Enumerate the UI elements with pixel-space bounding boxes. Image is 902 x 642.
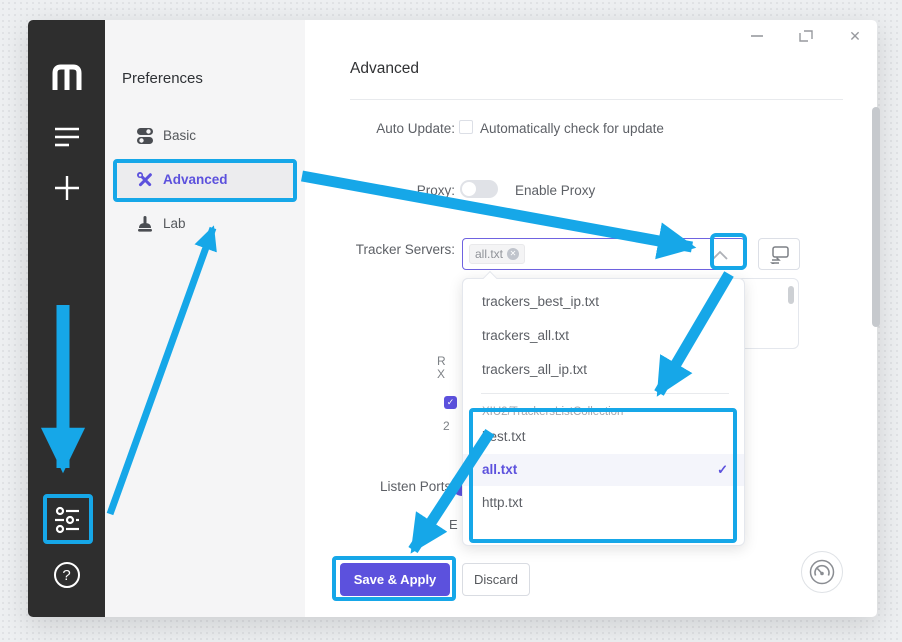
tracker-servers-select[interactable]: all.txt ✕: [462, 238, 745, 270]
nav-label-basic: Basic: [163, 128, 196, 143]
hidden-checked-checkbox: ✓: [444, 396, 457, 409]
help-icon[interactable]: ?: [54, 562, 80, 588]
dropdown-option-selected[interactable]: all.txt ✓: [463, 454, 744, 486]
tracker-select-dropdown: trackers_best_ip.txt trackers_all.txt tr…: [462, 278, 745, 546]
proxy-label: Proxy:: [305, 183, 455, 198]
maximize-button[interactable]: [797, 28, 815, 44]
auto-update-label: Auto Update:: [305, 121, 455, 136]
save-apply-button[interactable]: Save & Apply: [340, 563, 450, 596]
app-window: ? Preferences Basic Advanced: [28, 20, 877, 617]
toggle-knob: [462, 182, 476, 196]
nav-label-lab: Lab: [163, 216, 186, 231]
preferences-sliders-icon[interactable]: [52, 506, 82, 534]
close-button[interactable]: ✕: [846, 28, 864, 44]
page-title: Advanced: [350, 60, 419, 78]
nav-item-advanced[interactable]: Advanced: [117, 162, 293, 198]
title-divider: [350, 99, 843, 100]
motrix-logo-icon: [50, 62, 84, 92]
option-label: all.txt: [482, 462, 517, 477]
auto-update-checkbox[interactable]: [459, 120, 473, 134]
nav-label-advanced: Advanced: [163, 172, 228, 187]
tag-close-icon[interactable]: ✕: [507, 248, 519, 260]
chevron-up-icon[interactable]: [712, 250, 728, 261]
dropdown-option[interactable]: trackers_best_ip.txt: [463, 285, 744, 319]
dropdown-option[interactable]: best.txt: [463, 420, 744, 454]
proxy-toggle[interactable]: [460, 180, 498, 198]
dropdown-option[interactable]: trackers_all.txt: [463, 319, 744, 353]
dropdown-option[interactable]: trackers_all_ip.txt: [463, 353, 744, 387]
page-scrollbar-thumb[interactable]: [872, 107, 880, 327]
hidden-text-fragment: R: [437, 354, 446, 368]
advanced-tools-icon: [135, 170, 155, 190]
minimize-button[interactable]: [748, 28, 766, 44]
auto-update-checkbox-label: Automatically check for update: [480, 121, 664, 136]
listen-ports-label: Listen Ports:: [305, 479, 455, 494]
preferences-nav-panel: Preferences Basic Advanced: [105, 20, 305, 617]
sync-trackers-icon: [770, 246, 790, 264]
tag-label: all.txt: [475, 247, 503, 261]
app-sidebar: ?: [28, 20, 105, 617]
speedometer-icon: [809, 559, 835, 585]
panel-title: Preferences: [122, 70, 203, 87]
dropdown-notch: [483, 271, 497, 285]
hidden-text-fragment: 2: [443, 419, 450, 433]
update-trackers-button[interactable]: [758, 238, 800, 270]
check-icon: ✓: [717, 454, 728, 486]
desktop-background: { "window": { "controls": { "minimize": …: [0, 0, 902, 642]
selected-tracker-tag: all.txt ✕: [469, 244, 525, 264]
dropdown-group-label: XIU2/TrackersListCollection: [463, 394, 744, 420]
proxy-toggle-label: Enable Proxy: [515, 183, 595, 198]
hidden-text-fragment: E: [449, 517, 458, 532]
tracker-servers-label: Tracker Servers:: [305, 242, 455, 257]
textarea-scrollbar-thumb[interactable]: [788, 286, 794, 304]
lab-stamp-icon: [135, 214, 155, 234]
dropdown-option[interactable]: http.txt: [463, 486, 744, 520]
speed-limit-button[interactable]: [801, 551, 843, 593]
nav-item-basic[interactable]: Basic: [117, 118, 293, 154]
basic-toggles-icon: [135, 126, 155, 146]
discard-button[interactable]: Discard: [462, 563, 530, 596]
nav-item-lab[interactable]: Lab: [117, 206, 293, 242]
hidden-text-fragment: X: [437, 367, 445, 381]
task-list-icon[interactable]: [53, 126, 81, 148]
add-task-icon[interactable]: [53, 174, 81, 202]
